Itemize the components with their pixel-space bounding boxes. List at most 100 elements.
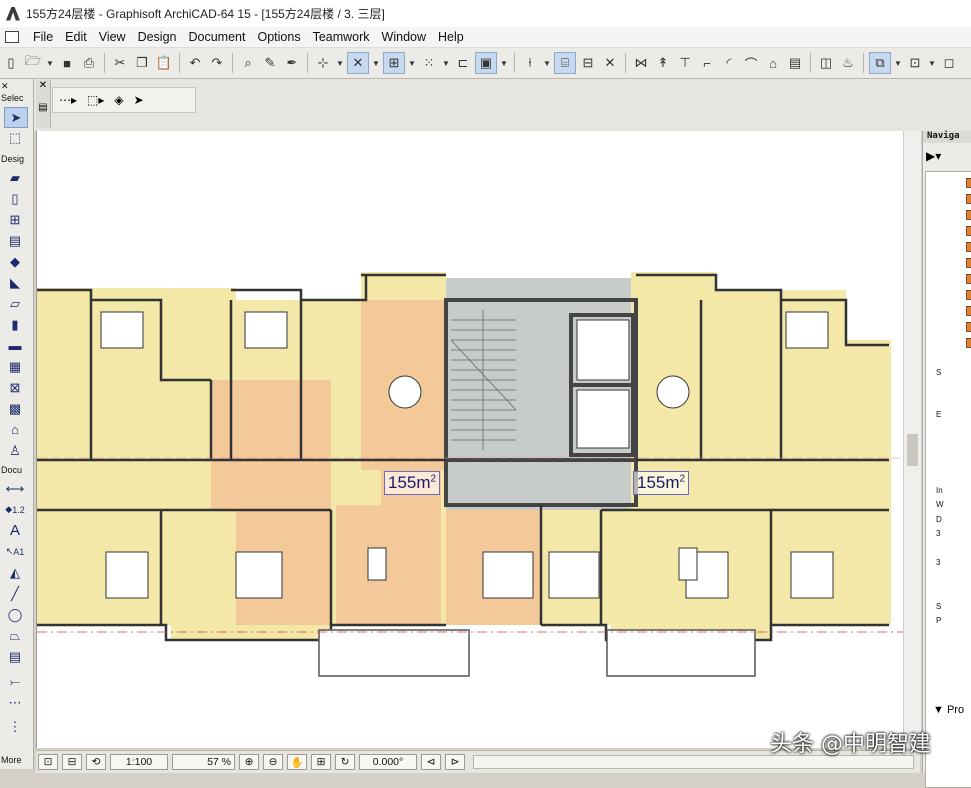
grid-dropdown-icon[interactable]: ▼ [441,53,451,73]
angle-field[interactable]: 0.000° [359,754,417,770]
dimension-icon[interactable]: ⊟ [578,53,598,73]
object-tool-icon[interactable]: ⌂ [4,420,26,439]
zoom-field[interactable]: 57 % [172,754,235,770]
nav-item-3d-documents[interactable]: 3 [936,529,971,541]
nav-item-project-indexes[interactable]: P [936,616,971,628]
level-dimension-tool-icon[interactable]: ◆ 1.2 [4,500,26,519]
vertical-scrollbar[interactable] [903,131,921,748]
open-folder-icon[interactable]: 🗁 [23,53,43,73]
menu-document[interactable]: Document [183,30,252,44]
fill-tool-icon[interactable]: ◭ [4,563,26,582]
slab-tool-icon[interactable]: ▱ [4,294,26,313]
render-icon[interactable]: ♨ [838,53,858,73]
undo-icon[interactable]: ↶ [185,53,205,73]
drawing-tool-icon[interactable]: ▤ [4,647,26,666]
publish-icon[interactable]: ⊡ [905,53,925,73]
beam-tool-icon[interactable]: ▬ [4,336,26,355]
trim-icon[interactable]: ⋈ [631,53,651,73]
wall-tool-icon[interactable]: ▰ [4,168,26,187]
view-map-dropdown-icon[interactable]: ▼ [893,53,903,73]
zoom-in-icon[interactable]: ⊕ [239,754,259,770]
trace-icon[interactable]: ⊞ [383,52,405,74]
gravity-dropdown-icon[interactable]: ▼ [335,53,345,73]
circle-tool-icon[interactable]: ◯ [4,605,26,624]
gravity-icon[interactable]: ⊹ [313,53,333,73]
pen-set-icon[interactable]: ⟲ [86,754,106,770]
menu-edit[interactable]: Edit [59,30,93,44]
more-tools-icon[interactable]: ⋮ [4,717,26,736]
marker-dropdown-icon[interactable]: ▼ [542,53,552,73]
offset-icon[interactable]: ⌒ [741,53,761,73]
scale-field[interactable]: 1:100 [110,754,168,770]
arrow-select-icon[interactable]: ➤ [134,93,144,107]
cut-icon[interactable]: ✂ [110,53,130,73]
next-zoom-icon[interactable]: ⊳ [445,754,465,770]
view-settings-icon[interactable]: ⊡ [38,754,58,770]
scroll-thumb[interactable] [907,434,918,466]
info-box-handle[interactable]: ✕ ▤ [36,80,51,128]
snap-dropdown-icon[interactable]: ▼ [371,53,381,73]
layer-dropdown-icon[interactable]: ▼ [499,53,509,73]
column-tool-icon[interactable]: ▮ [4,315,26,334]
trace-dropdown-icon[interactable]: ▼ [407,53,417,73]
inject-icon[interactable]: ✒ [282,53,302,73]
shell-tool-icon[interactable]: ◣ [4,273,26,292]
open-dropdown-icon[interactable]: ▼ [45,53,55,73]
rectangle-select-icon[interactable]: ⬚▸ [87,93,104,107]
fit-in-window-icon[interactable]: ⊞ [311,754,331,770]
nav-item-details[interactable]: D [936,515,971,527]
menu-options[interactable]: Options [251,30,306,44]
roof-tool-icon[interactable]: ◆ [4,252,26,271]
stair-tool-icon[interactable]: ▤ [4,231,26,250]
find-select-icon[interactable]: ⌕ [238,53,258,73]
navigator-dropdown-icon[interactable]: ▶▾ [926,149,941,163]
adjust-icon[interactable]: ↟ [653,53,673,73]
menu-teamwork[interactable]: Teamwork [307,30,376,44]
line-tool-icon[interactable]: ╱ [4,584,26,603]
properties-section[interactable]: ▼ Pro [933,704,964,716]
window-tool-icon[interactable]: ⊞ [4,210,26,229]
dimension-tool-icon[interactable]: ⟷ [4,479,26,498]
layer-settings-icon[interactable]: ⊟ [62,754,82,770]
print-icon[interactable]: ⎙ [79,53,99,73]
pan-icon[interactable]: ✋ [287,754,307,770]
menu-design[interactable]: Design [132,30,183,44]
fit-window-icon[interactable]: ◻ [939,53,959,73]
floor-plan-canvas[interactable]: 155m2 155m2 [36,131,921,748]
publish-dropdown-icon[interactable]: ▼ [927,53,937,73]
curtain-wall-tool-icon[interactable]: ▩ [4,399,26,418]
nav-item-3d[interactable]: 3 [936,558,971,570]
redo-icon[interactable]: ↷ [207,53,227,73]
explode-icon[interactable]: ▤ [785,53,805,73]
mesh-tool-icon[interactable]: ▦ [4,357,26,376]
fillet-icon[interactable]: ⌐ [697,53,717,73]
new-file-icon[interactable]: ▯ [1,53,21,73]
eyedropper-icon[interactable]: ✎ [260,53,280,73]
elevation-tool-icon[interactable]: ⋯ [4,693,26,712]
rotated-select-icon[interactable]: ◈ [114,93,123,107]
previous-zoom-icon[interactable]: ⊲ [421,754,441,770]
3d-window-icon[interactable]: ◫ [816,53,836,73]
view-map-icon[interactable]: ⧉ [869,52,891,74]
nav-item-sections[interactable]: S [936,368,971,380]
intersect-icon[interactable]: ⊤ [675,53,695,73]
toolbox-more-label[interactable]: More [0,755,34,766]
zone-tool-icon[interactable]: ⊠ [4,378,26,397]
nav-item-interior[interactable]: In [936,486,971,498]
menu-file[interactable]: File [27,30,59,44]
paste-icon[interactable]: 📋 [154,53,174,73]
nav-item-schedules[interactable]: S [936,602,971,614]
marquee-method-icon[interactable]: ⋯▸ [59,93,77,107]
door-tool-icon[interactable]: ▯ [4,189,26,208]
menu-help[interactable]: Help [432,30,470,44]
marquee-tool-icon[interactable]: ⬚ [4,128,26,147]
label-tool-icon[interactable]: ↖ A1 [4,542,26,561]
polyline-tool-icon[interactable]: ⏢ [4,626,26,645]
menu-view[interactable]: View [93,30,132,44]
nav-item-elevations[interactable]: E [936,410,971,422]
save-icon[interactable]: ■ [57,53,77,73]
snap-guides-icon[interactable]: ✕ [347,52,369,74]
copy-icon[interactable]: ❐ [132,53,152,73]
rotate-view-icon[interactable]: ↻ [335,754,355,770]
nav-item-worksheets[interactable]: W [936,500,971,512]
